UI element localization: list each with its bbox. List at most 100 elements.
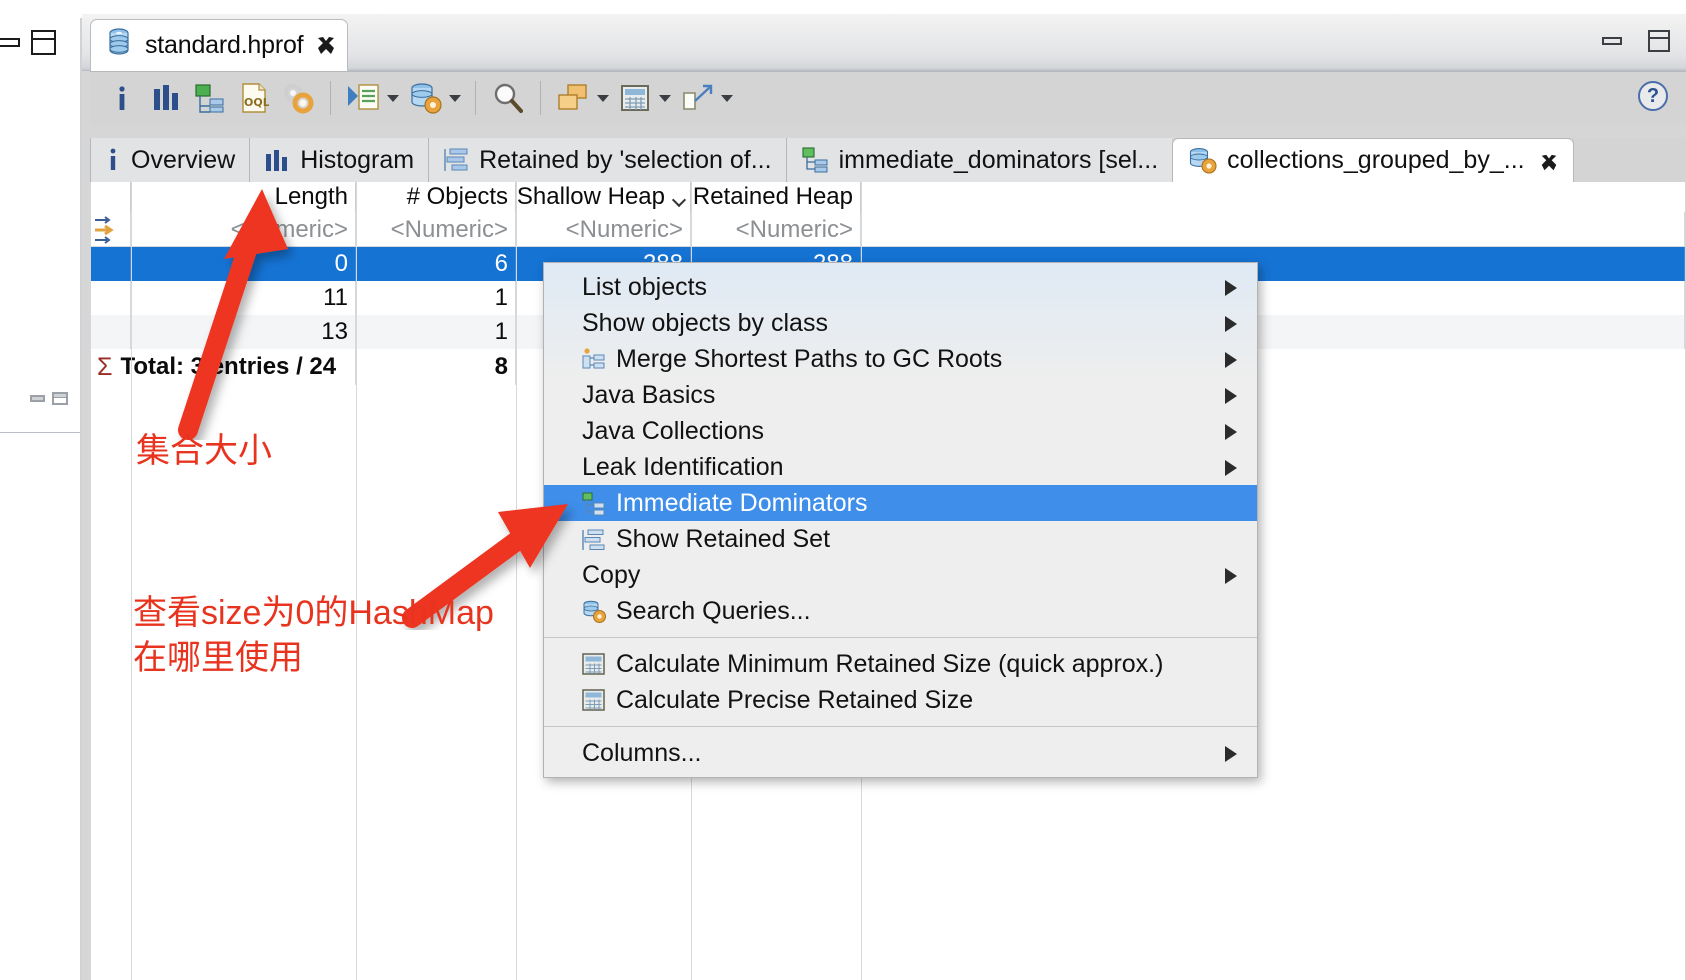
rail-view-controls-secondary [30, 392, 80, 412]
menu-item-columns-label: Columns... [582, 738, 702, 767]
rail-divider [0, 432, 80, 433]
menu-item-show-objects-by-class-label: Show objects by class [582, 308, 828, 337]
column-header-retained-heap[interactable]: Retained Heap [691, 182, 861, 212]
column-header-blank[interactable] [91, 182, 131, 212]
menu-item-show-retained-set[interactable]: Show Retained Set [544, 521, 1257, 557]
chevron-right-icon [1225, 352, 1237, 368]
chevron-right-icon [1225, 568, 1237, 584]
histogram-icon[interactable] [144, 76, 188, 120]
heap-dump-icon [105, 28, 133, 63]
menu-item-copy-label: Copy [582, 560, 641, 589]
overview-info-icon[interactable] [100, 76, 144, 120]
rail-view-icon[interactable] [52, 392, 68, 405]
column-header-objects[interactable]: # Objects [356, 182, 516, 212]
filter-shallow-heap[interactable]: <Numeric> [516, 212, 691, 247]
table-filter-row: <Numeric> <Numeric> <Numeric> <Numeric> [91, 212, 1685, 247]
menu-item-java-collections[interactable]: Java Collections [544, 413, 1257, 449]
menu-item-show-objects-by-class[interactable]: Show objects by class [544, 305, 1257, 341]
row-indent [91, 247, 131, 281]
annotation-note-hashmap-line1: 查看size为0的HashMap [133, 594, 494, 632]
filter-toggle-icon[interactable] [91, 212, 131, 247]
tab-retained-by-selection[interactable]: Retained by 'selection of... [428, 138, 786, 182]
tab-immediate-dominators-label: immediate_dominators [sel... [838, 145, 1159, 174]
rail-view-controls [0, 26, 82, 56]
group-by-dropdown-icon[interactable] [597, 94, 609, 102]
export-icon[interactable] [675, 76, 719, 120]
menu-item-search-queries-label: Search Queries... [616, 596, 811, 625]
run-expert-system-icon[interactable] [341, 76, 385, 120]
column-header-shallow-heap-label: Shallow Heap [516, 183, 665, 210]
heap-dump-editor: standard.hprof OQL ? Overview Histogram … [82, 14, 1686, 980]
immediate-dominators-icon [582, 492, 605, 516]
search-icon[interactable] [486, 76, 530, 120]
export-dropdown-icon[interactable] [721, 94, 733, 102]
menu-item-columns[interactable]: Columns... [544, 735, 1257, 771]
menu-item-calculate-precise-retained-size[interactable]: Calculate Precise Retained Size [544, 682, 1257, 718]
menu-item-leak-identification[interactable]: Leak Identification [544, 449, 1257, 485]
calculator-icon [582, 653, 605, 675]
rail-minimize-icon[interactable] [0, 38, 20, 47]
result-tab-bar: Overview Histogram Retained by 'selectio… [90, 138, 1686, 182]
menu-separator [544, 726, 1257, 727]
rail-maximize-icon[interactable] [31, 30, 56, 55]
close-icon[interactable] [1539, 151, 1559, 171]
immediate-dominators-icon [801, 147, 829, 173]
tab-collections-grouped-by[interactable]: collections_grouped_by_... [1172, 138, 1574, 182]
sigma-icon: Σ [97, 353, 113, 381]
info-icon [105, 147, 121, 173]
maximize-icon[interactable] [1648, 30, 1670, 52]
tab-overview[interactable]: Overview [90, 138, 250, 182]
filter-retained-heap[interactable]: <Numeric> [691, 212, 861, 247]
total-label-text: Total: 3 entries / 24 [120, 353, 337, 380]
menu-item-calculate-minimum-retained-size[interactable]: Calculate Minimum Retained Size (quick a… [544, 646, 1257, 682]
query-browser-icon[interactable] [276, 76, 320, 120]
filter-objects[interactable]: <Numeric> [356, 212, 516, 247]
menu-item-search-queries[interactable]: Search Queries... [544, 593, 1257, 629]
column-header-length[interactable]: Length [131, 182, 356, 212]
menu-item-java-basics[interactable]: Java Basics [544, 377, 1257, 413]
svg-text:OQL: OQL [244, 96, 269, 109]
menu-item-immediate-dominators-label: Immediate Dominators [616, 488, 868, 517]
group-by-icon[interactable] [551, 76, 595, 120]
menu-item-show-retained-set-label: Show Retained Set [616, 524, 831, 553]
column-header-filler [861, 182, 1685, 212]
rail-restore-icon[interactable] [30, 395, 45, 402]
dominator-tree-icon[interactable] [188, 76, 232, 120]
cell-length: 13 [131, 315, 356, 349]
menu-item-java-basics-label: Java Basics [582, 380, 716, 409]
filter-filler [861, 212, 1685, 247]
grid-line [516, 182, 517, 980]
calculator-icon[interactable] [613, 76, 657, 120]
minimize-icon[interactable] [1602, 37, 1622, 45]
grid-line [131, 182, 132, 980]
calculator-dropdown-icon[interactable] [659, 94, 671, 102]
cell-objects: 1 [356, 315, 516, 349]
close-icon[interactable] [315, 35, 337, 57]
menu-item-list-objects[interactable]: List objects [544, 269, 1257, 305]
editor-toolbar: OQL ? [90, 71, 1686, 124]
help-icon[interactable]: ? [1638, 81, 1668, 111]
column-header-shallow-heap[interactable]: Shallow Heap [516, 182, 691, 212]
oql-icon[interactable]: OQL [232, 76, 276, 120]
menu-item-copy[interactable]: Copy [544, 557, 1257, 593]
heap-dump-overview-icon[interactable] [403, 76, 447, 120]
tab-histogram[interactable]: Histogram [249, 138, 429, 182]
editor-tab-label: standard.hprof [145, 31, 304, 59]
grid-line [356, 182, 357, 980]
menu-item-merge-shortest-paths[interactable]: Merge Shortest Paths to GC Roots [544, 341, 1257, 377]
collections-icon [1187, 147, 1217, 175]
toolbar-separator [330, 81, 331, 115]
menu-item-list-objects-label: List objects [582, 272, 708, 301]
retained-set-icon [582, 528, 605, 550]
cell-objects: 1 [356, 281, 516, 315]
editor-tab-standard-hprof[interactable]: standard.hprof [90, 19, 348, 71]
run-expert-system-dropdown-icon[interactable] [387, 94, 399, 102]
chevron-right-icon [1225, 424, 1237, 440]
menu-item-calculate-minimum-retained-size-label: Calculate Minimum Retained Size (quick a… [616, 649, 1164, 678]
cell-length: 11 [131, 281, 356, 315]
filter-length[interactable]: <Numeric> [131, 212, 356, 247]
menu-item-immediate-dominators[interactable]: Immediate Dominators [544, 485, 1257, 521]
heap-dump-overview-dropdown-icon[interactable] [449, 94, 461, 102]
row-indent [91, 281, 131, 315]
tab-immediate-dominators[interactable]: immediate_dominators [sel... [785, 138, 1173, 182]
